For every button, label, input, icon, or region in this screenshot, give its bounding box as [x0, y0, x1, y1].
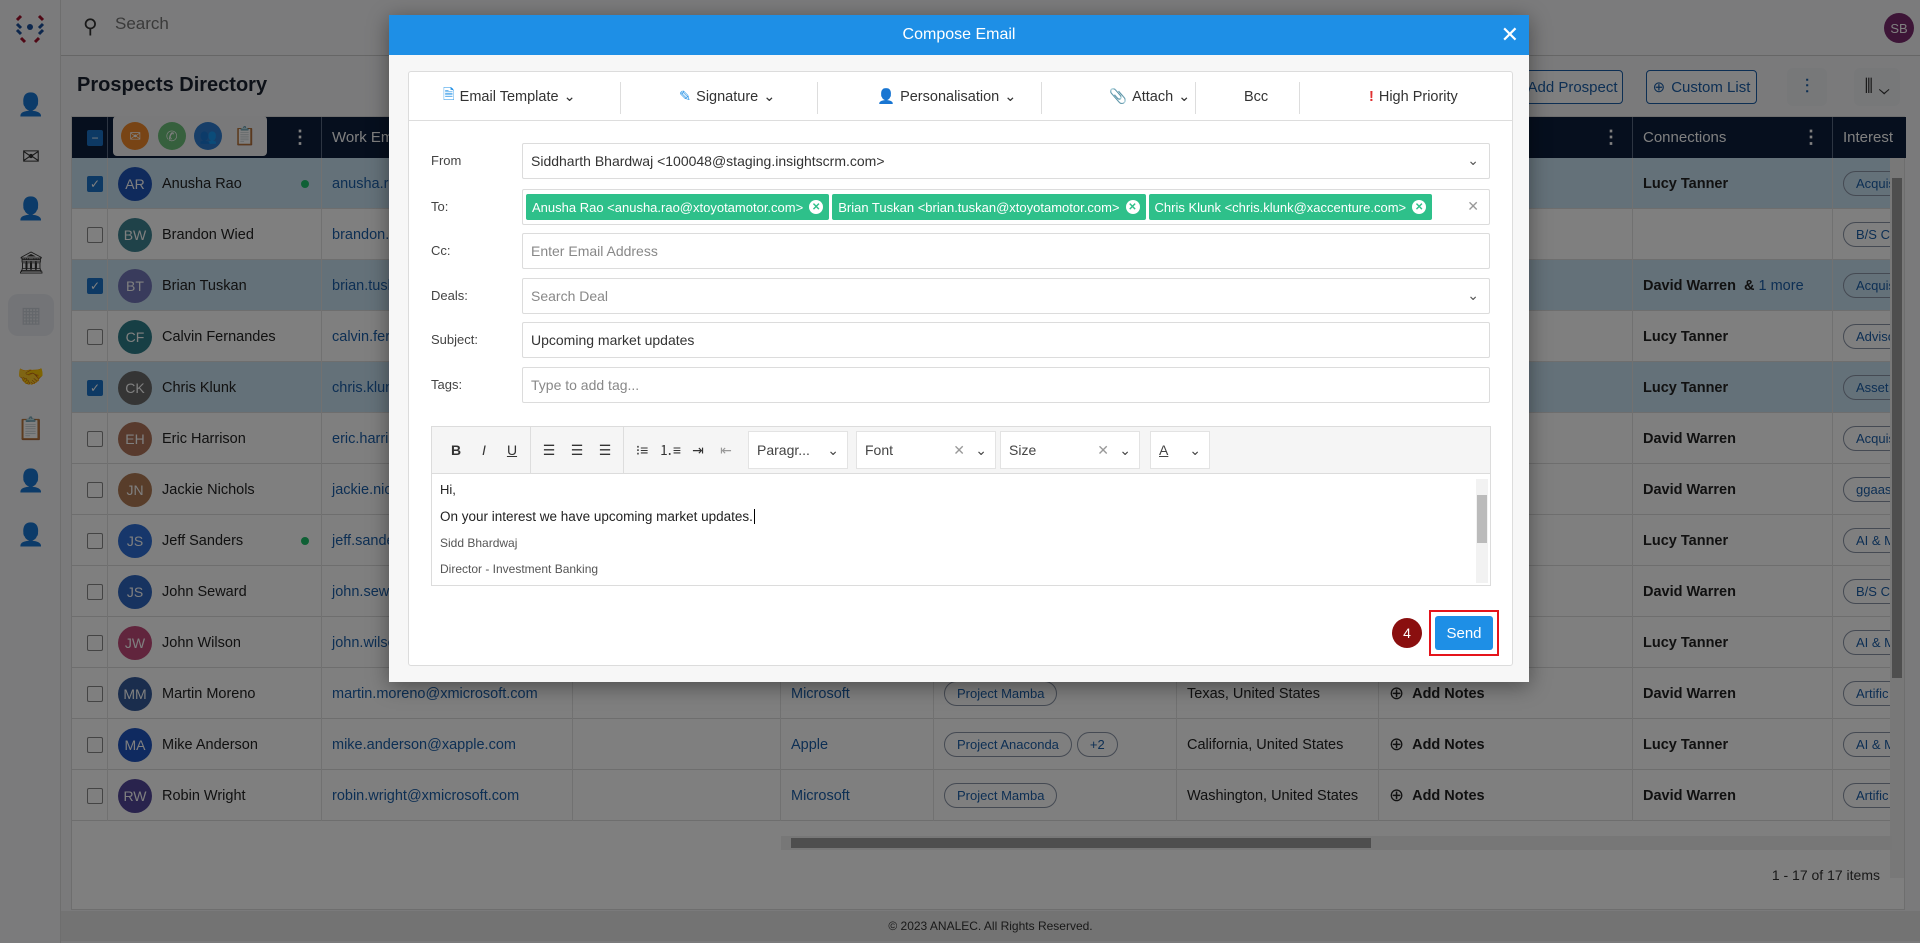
remove-chip-icon[interactable]: ✕: [1125, 200, 1140, 214]
clear-icon[interactable]: ✕: [953, 442, 965, 459]
recipient-chip: Brian Tuskan <brian.tuskan@xtoyotamotor.…: [832, 194, 1146, 220]
remove-chip-icon[interactable]: ✕: [809, 200, 824, 214]
clear-icon[interactable]: ✕: [1097, 442, 1109, 459]
bcc-button[interactable]: Bcc: [1244, 72, 1268, 121]
to-field[interactable]: Anusha Rao <anusha.rao@xtoyotamotor.com>…: [522, 189, 1490, 225]
deals-placeholder: Search Deal: [531, 288, 609, 304]
signature-title: Director - Investment Banking: [440, 562, 599, 576]
email-template-dropdown[interactable]: 🗎 Email Template ⌄: [443, 72, 576, 121]
chevron-down-icon: ⌄: [1467, 152, 1479, 168]
recipient-chip: Anusha Rao <anusha.rao@xtoyotamotor.com>…: [526, 194, 830, 220]
deals-label: Deals:: [431, 288, 468, 303]
deals-select[interactable]: Search Deal ⌄: [522, 278, 1490, 314]
paragraph-label: Paragr...: [757, 442, 810, 458]
paperclip-icon: 📎: [1109, 89, 1128, 105]
text-cursor: [753, 509, 755, 524]
send-highlight: Send: [1429, 610, 1499, 656]
personalisation-dropdown[interactable]: 👤 Personalisation ⌄: [877, 72, 1016, 121]
chevron-down-icon: ⌄: [1119, 441, 1131, 458]
remove-chip-icon[interactable]: ✕: [1412, 200, 1427, 214]
cc-row: Cc: Enter Email Address: [431, 233, 1491, 269]
compose-email-dialog: Compose Email ✕ 🗎 Email Template ⌄ ✎ Signat…: [389, 15, 1529, 682]
tags-input[interactable]: Type to add tag...: [522, 367, 1490, 403]
chevron-down-icon: ⌄: [1467, 287, 1479, 303]
chevron-down-icon: ⌄: [563, 88, 576, 105]
to-row: To: Anusha Rao <anusha.rao@xtoyotamotor.…: [431, 189, 1491, 225]
dialog-header: Compose Email ✕: [389, 15, 1529, 55]
body-line: On your interest we have upcoming market…: [440, 509, 1470, 524]
bcc-label: Bcc: [1244, 88, 1269, 105]
chevron-down-icon: ⌄: [1189, 441, 1201, 458]
compose-form: 🗎 Email Template ⌄ ✎ Signature ⌄ 👤 Personalis…: [408, 71, 1513, 666]
email-template-label: Email Template: [459, 88, 559, 105]
attach-dropdown[interactable]: 📎 Attach ⌄: [1109, 72, 1190, 121]
italic-icon[interactable]: I: [470, 442, 498, 458]
cc-input[interactable]: Enter Email Address: [522, 233, 1490, 269]
tags-placeholder: Type to add tag...: [531, 377, 640, 393]
editor-content[interactable]: Hi, On your interest we have upcoming ma…: [432, 474, 1478, 586]
body-line: Hi,: [440, 482, 456, 497]
signature-label: Signature: [696, 88, 759, 105]
align-right-icon[interactable]: ☰: [591, 442, 619, 459]
subject-value: Upcoming market updates: [531, 332, 695, 348]
outdent-icon[interactable]: ⇤: [712, 442, 740, 459]
indent-icon[interactable]: ⇥: [684, 442, 712, 459]
subject-row: Subject: Upcoming market updates: [431, 322, 1491, 358]
font-dropdown[interactable]: Font ✕ ⌄: [856, 431, 996, 469]
chevron-down-icon: ⌄: [975, 441, 987, 458]
size-dropdown[interactable]: Size ✕ ⌄: [1000, 431, 1140, 469]
underline-icon[interactable]: U: [498, 442, 526, 458]
recipient-label: Chris Klunk <chris.klunk@xaccenture.com>: [1154, 199, 1407, 215]
high-priority-button[interactable]: ! High Priority: [1369, 72, 1458, 121]
editor-toolbar: B I U ☰ ☰ ☰ ⁝≡ ⒈≡ ⇥ ⇤ Paragr... ⌄ Font ✕ ⌄ …: [432, 426, 1490, 474]
clear-all-icon[interactable]: ✕: [1467, 198, 1479, 215]
exclamation-icon: !: [1369, 88, 1374, 105]
align-left-icon[interactable]: ☰: [535, 442, 563, 459]
subject-input[interactable]: Upcoming market updates: [522, 322, 1490, 358]
signature-icon: ✎: [679, 88, 692, 105]
signature-name: Sidd Bhardwaj: [440, 536, 518, 550]
email-template-icon: 🗎: [443, 87, 455, 103]
chevron-down-icon: ⌄: [827, 441, 839, 458]
cc-label: Cc:: [431, 243, 451, 258]
font-label: Font: [865, 442, 894, 458]
personalisation-label: Personalisation: [900, 88, 1000, 105]
rich-text-editor: B I U ☰ ☰ ☰ ⁝≡ ⒈≡ ⇥ ⇤ Paragr... ⌄ Font ✕ ⌄ …: [431, 426, 1491, 586]
attach-label: Attach: [1132, 88, 1174, 105]
signature-dropdown[interactable]: ✎ Signature ⌄: [679, 72, 775, 121]
bold-icon[interactable]: B: [442, 442, 470, 458]
dialog-title: Compose Email: [902, 26, 1016, 43]
recipient-chip: Chris Klunk <chris.klunk@xaccenture.com>…: [1148, 194, 1433, 220]
step-badge: 4: [1392, 618, 1422, 648]
recipient-label: Anusha Rao <anusha.rao@xtoyotamotor.com>: [532, 199, 804, 215]
from-row: From Siddharth Bhardwaj <100048@staging.…: [431, 143, 1491, 179]
numbered-list-icon[interactable]: ⒈≡: [656, 440, 684, 460]
tags-label: Tags:: [431, 377, 463, 392]
align-center-icon[interactable]: ☰: [563, 442, 591, 459]
chevron-down-icon: ⌄: [1178, 88, 1191, 105]
compose-toolbar: 🗎 Email Template ⌄ ✎ Signature ⌄ 👤 Personalis…: [409, 72, 1512, 121]
recipient-label: Brian Tuskan <brian.tuskan@xtoyotamotor.…: [838, 199, 1120, 215]
tags-row: Tags: Type to add tag...: [431, 367, 1491, 403]
editor-scrollbar[interactable]: [1476, 479, 1488, 583]
font-color-icon: A: [1159, 442, 1169, 458]
personalisation-icon: 👤: [877, 89, 896, 105]
from-select[interactable]: Siddharth Bhardwaj <100048@staging.insig…: [522, 143, 1490, 179]
subject-label: Subject:: [431, 332, 478, 347]
body-text: On your interest we have upcoming market…: [440, 509, 753, 524]
chevron-down-icon: ⌄: [1004, 88, 1017, 105]
bullet-list-icon[interactable]: ⁝≡: [628, 442, 656, 459]
to-label: To:: [431, 199, 449, 214]
size-label: Size: [1009, 442, 1037, 458]
deals-row: Deals: Search Deal ⌄: [431, 278, 1491, 314]
send-button[interactable]: Send: [1435, 616, 1493, 650]
paragraph-dropdown[interactable]: Paragr... ⌄: [748, 431, 848, 469]
from-label: From: [431, 153, 462, 168]
font-color-dropdown[interactable]: A ⌄: [1150, 431, 1210, 469]
from-value: Siddharth Bhardwaj <100048@staging.insig…: [531, 153, 885, 169]
cc-placeholder: Enter Email Address: [531, 243, 658, 259]
chevron-down-icon: ⌄: [763, 88, 776, 105]
close-icon[interactable]: ✕: [1501, 15, 1519, 55]
high-priority-label: High Priority: [1378, 88, 1458, 105]
